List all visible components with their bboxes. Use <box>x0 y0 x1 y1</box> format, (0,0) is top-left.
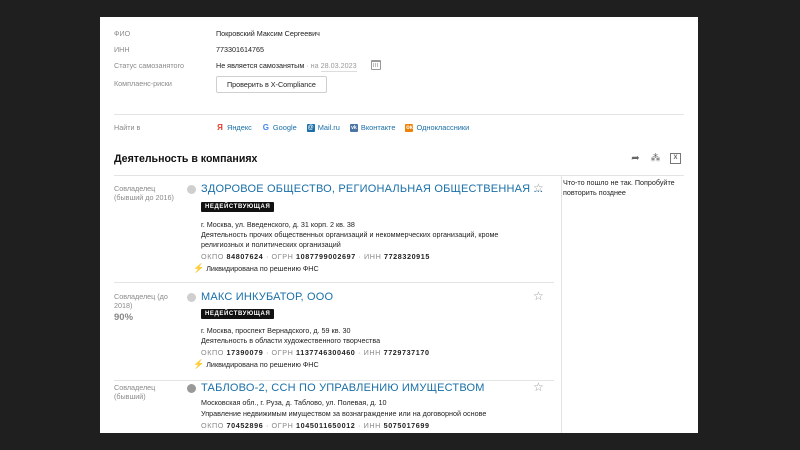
company-name-link[interactable]: ТАБЛОВО-2, ССН ПО УПРАВЛЕНИЮ ИМУЩЕСТВОМ <box>201 382 485 394</box>
check-x-compliance-button[interactable]: Проверить в X-Compliance <box>216 76 327 93</box>
status-date-input[interactable]: 28.03.2023 <box>320 61 357 72</box>
company-share: 90% <box>114 312 134 323</box>
search-links: Я Яндекс G Google @ Mail.ru vk Вконтакте… <box>216 123 469 132</box>
company-codes: ОКПО 17390079 · ОГРН 1137746300460 · ИНН… <box>201 348 430 357</box>
divider <box>114 114 684 115</box>
inn-label: ИНН <box>363 421 381 430</box>
company-status-icon <box>187 185 196 194</box>
status-label: Статус самозанятого <box>114 61 184 70</box>
company-status-icon <box>187 384 196 393</box>
lightning-icon: ⚡ <box>193 359 205 369</box>
star-icon[interactable]: ☆ <box>533 380 544 394</box>
company-role: Совладелец (бывший) <box>114 383 156 401</box>
company-address: Московская обл., г. Руза, д. Таблово, ул… <box>201 398 387 407</box>
ok-icon: ок <box>405 123 414 132</box>
inn-value: 7729737170 <box>383 348 430 357</box>
calendar-icon[interactable] <box>371 60 381 70</box>
inn-value: 773301614765 <box>216 45 264 54</box>
column-divider <box>561 175 562 433</box>
company-role: Совладелец (бывший до 2016) <box>114 184 174 202</box>
search-link-label: Вконтакте <box>360 123 396 132</box>
okpo-label: ОКПО <box>201 421 224 430</box>
ogrn-label: ОГРН <box>271 252 294 261</box>
company-codes: ОКПО 70452896 · ОГРН 1045011650012 · ИНН… <box>201 421 430 430</box>
error-message: Что-то пошло не так. Попробуйте повторит… <box>563 178 675 197</box>
search-link-label: Mail.ru <box>317 123 340 132</box>
status-badge: НЕДЕЙСТВУЮЩАЯ <box>201 202 275 212</box>
liquidation-text: Ликвидирована по решению ФНС <box>206 360 319 369</box>
status-value-group: Не является самозанятым · на 28.03.2023 <box>216 61 357 72</box>
search-link-google[interactable]: G Google <box>262 123 297 132</box>
okpo-value: 70452896 <box>226 421 264 430</box>
yandex-icon: Я <box>217 122 223 132</box>
status-separator: · на <box>304 61 321 70</box>
okpo-value: 17390079 <box>226 348 264 357</box>
row-divider <box>114 380 554 381</box>
search-link-label: Одноклассники <box>416 123 470 132</box>
find-in-label: Найти в <box>114 123 141 132</box>
company-activity: Деятельность прочих общественных организ… <box>201 230 499 249</box>
search-link-label: Яндекс <box>227 123 252 132</box>
vk-icon: vk <box>349 123 358 132</box>
liquidation-note: ⚡ Ликвидирована по решению ФНС <box>193 263 319 274</box>
company-codes: ОКПО 84807624 · ОГРН 1087799002697 · ИНН… <box>201 252 430 261</box>
company-name-link[interactable]: ЗДОРОВОЕ ОБЩЕСТВО, РЕГИОНАЛЬНАЯ ОБЩЕСТВЕ… <box>201 183 543 195</box>
search-link-ok[interactable]: ок Одноклассники <box>405 123 469 132</box>
compliance-label: Комплаенс-риски <box>114 79 172 88</box>
search-link-vk[interactable]: vk Вконтакте <box>349 123 396 132</box>
fio-label: ФИО <box>114 29 131 38</box>
inn-label: ИНН <box>363 348 381 357</box>
section-title: Деятельность в компаниях <box>114 153 258 165</box>
mailru-icon: @ <box>306 123 315 132</box>
ogrn-value: 1137746300460 <box>296 348 356 357</box>
company-address: г. Москва, проспект Вернадского, д. 59 к… <box>201 326 351 335</box>
share-icon[interactable]: ➦ <box>630 153 641 164</box>
section-tools: ➦ ⁂ X <box>630 153 681 164</box>
google-icon: G <box>262 122 269 132</box>
fio-value: Покровский Максим Сергеевич <box>216 29 320 38</box>
search-link-mailru[interactable]: @ Mail.ru <box>306 123 340 132</box>
inn-value: 5075017699 <box>383 421 430 430</box>
inn-label: ИНН <box>114 45 130 54</box>
inn-label: ИНН <box>364 252 382 261</box>
company-activity: Деятельность в области художественного т… <box>201 336 381 345</box>
liquidation-text: Ликвидирована по решению ФНС <box>206 264 319 273</box>
okpo-label: ОКПО <box>201 348 224 357</box>
person-card: ФИО Покровский Максим Сергеевич ИНН 7733… <box>100 17 698 433</box>
company-status-icon <box>187 293 196 302</box>
ogrn-value: 1045011650012 <box>296 421 356 430</box>
search-link-yandex[interactable]: Я Яндекс <box>216 123 252 132</box>
ogrn-label: ОГРН <box>271 421 294 430</box>
okpo-value: 84807624 <box>226 252 264 261</box>
search-link-label: Google <box>272 123 297 132</box>
section-divider <box>114 175 684 176</box>
excel-icon[interactable]: X <box>670 153 681 164</box>
status-value: Не является самозанятым <box>216 61 305 70</box>
liquidation-note: ⚡ Ликвидирована по решению ФНС <box>193 359 319 370</box>
graph-icon[interactable]: ⁂ <box>650 153 661 164</box>
row-divider <box>114 282 554 283</box>
company-address: г. Москва, ул. Введенского, д. 31 корп. … <box>201 220 355 229</box>
inn-value: 7728320915 <box>383 252 430 261</box>
company-name-link[interactable]: МАКС ИНКУБАТОР, ООО <box>201 291 333 303</box>
okpo-label: ОКПО <box>201 252 224 261</box>
star-icon[interactable]: ☆ <box>533 181 544 195</box>
star-icon[interactable]: ☆ <box>533 289 544 303</box>
company-activity: Управление недвижимым имуществом за возн… <box>201 409 487 418</box>
lightning-icon: ⚡ <box>193 263 205 273</box>
ogrn-label: ОГРН <box>271 348 294 357</box>
company-role: Совладелец (до 2018) <box>114 292 168 310</box>
status-badge: НЕДЕЙСТВУЮЩАЯ <box>201 309 275 319</box>
ogrn-value: 1087799002697 <box>296 252 356 261</box>
